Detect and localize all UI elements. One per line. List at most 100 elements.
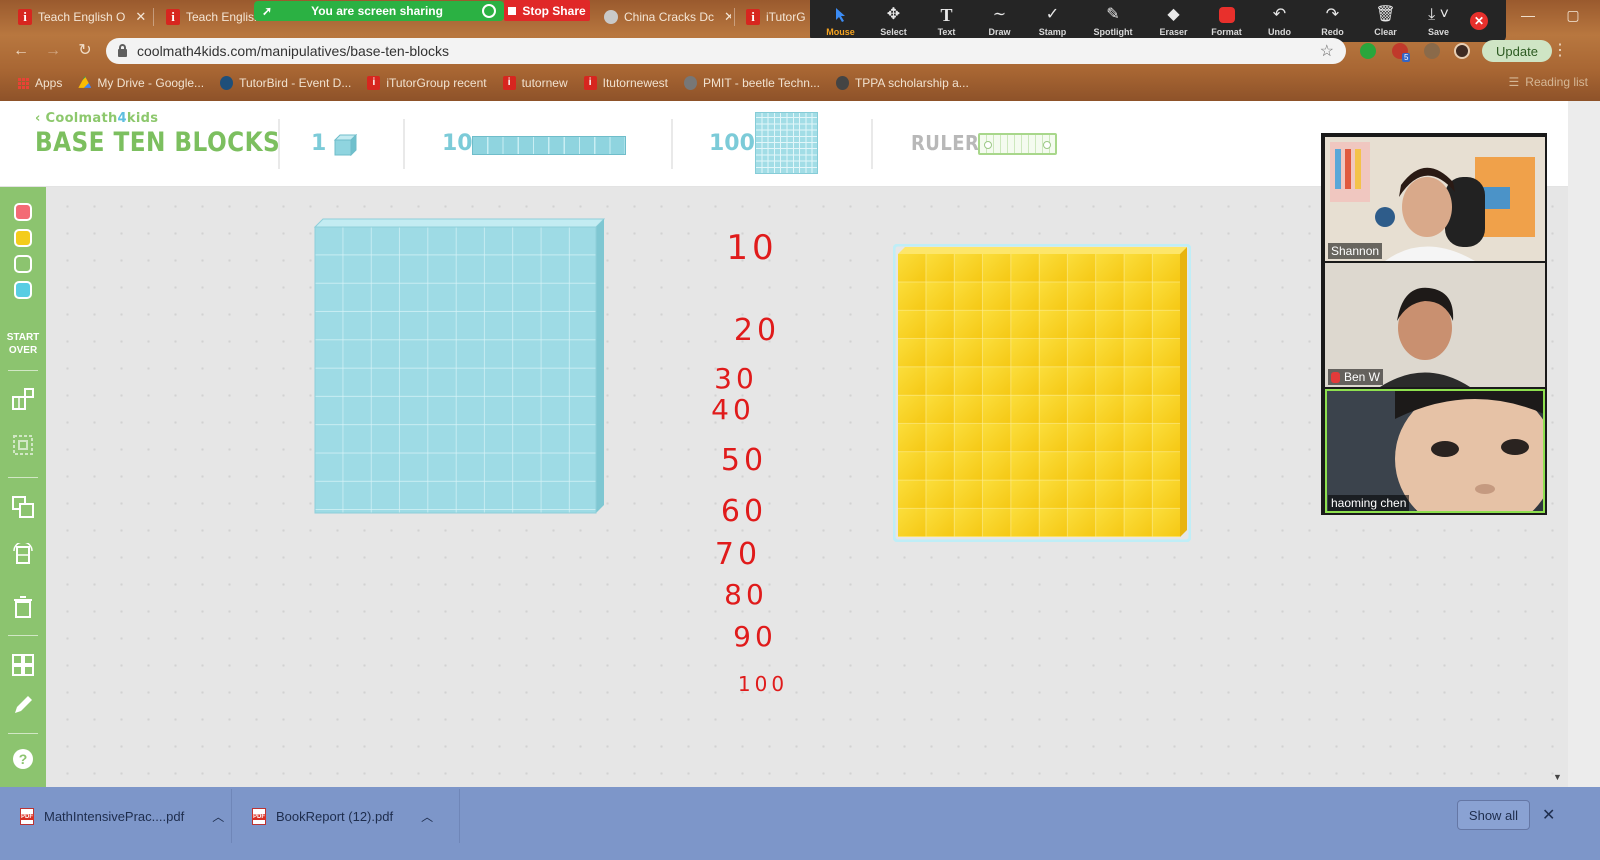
group-blocks-icon[interactable] [11,387,35,411]
ungroup-blocks-icon[interactable] [11,433,35,457]
browser-chrome: i Teach English O ✕ i Teach English Chin… [0,0,1600,101]
forward-arrow-icon[interactable]: → [42,40,64,62]
color-swatch-blue[interactable] [14,281,32,299]
itutor-favicon: i [583,76,597,90]
bookmark-star-icon[interactable]: ☆ [1320,41,1334,61]
undo-icon: ↶ [1272,5,1287,23]
chevron-up-icon[interactable]: ︿ [421,808,433,825]
download-filename: MathIntensivePrac....pdf [44,808,185,824]
help-icon[interactable]: ? [11,747,35,771]
mic-muted-icon [1331,371,1340,383]
screen-sharing-banner[interactable]: ➚ You are screen sharing [254,1,504,21]
color-swatch-icon [1218,6,1235,24]
ten-rod-icon[interactable] [472,136,626,155]
hundred-flat-icon[interactable] [755,112,818,174]
download-filename: BookReport (12).pdf [276,808,394,824]
page-title: BASE TEN BLOCKS [35,127,281,158]
browser-tab-1[interactable]: i Teach English O ✕ [10,2,152,32]
tppa-icon [835,76,849,90]
trash-icon[interactable] [11,595,35,619]
update-button[interactable]: Update [1482,40,1552,62]
color-swatch-yellow[interactable] [14,229,32,247]
bookmark-itutorgroup[interactable]: i iTutorGroup recent [359,76,494,90]
cursor-icon [834,6,848,24]
video-tile-ben[interactable]: Ben W [1325,263,1545,387]
pencil-icon[interactable] [11,693,35,717]
shield-icon [482,4,496,18]
lock-icon [118,43,127,57]
itutor-favicon: i [746,9,760,25]
reading-list-button[interactable]: ☰ Reading list [1509,75,1588,89]
wand-icon: ✎ [1106,5,1120,23]
navigation-bar: ← → ↻ coolmath4kids.com/manipulatives/ba… [0,34,1600,68]
menu-kebab-icon[interactable]: ⋮ [1552,40,1568,62]
close-tab-icon[interactable]: ✕ [724,9,731,25]
tab-title: Teach English [186,10,258,24]
calculator-icon[interactable] [11,653,35,677]
hundred-flat-block-yellow[interactable] [893,244,1191,542]
page-scrollbar[interactable] [1568,101,1600,787]
url-text[interactable]: coolmath4kids.com/manipulatives/base-ten… [137,43,1310,59]
itutor-favicon: i [502,76,516,90]
piece-label-10: 10 [442,131,473,156]
tab-title: iTutorG [766,10,806,24]
rotate-icon[interactable] [11,543,35,567]
minimize-icon[interactable]: — [1510,0,1546,30]
browser-tab-4[interactable]: i iTutorG [738,2,810,32]
brand-name: Coolmath [45,111,118,126]
apps-grid-icon [18,77,29,89]
extension-badge: 5 [1402,53,1411,62]
tutorbird-icon [220,76,234,90]
itutor-favicon: i [166,9,180,25]
text-icon: T [940,4,953,25]
maximize-icon[interactable]: ▢ [1555,0,1591,30]
piece-label-1: 1 [311,131,327,156]
check-icon: ✓ [1045,5,1060,23]
participant-name: haoming chen [1331,496,1407,510]
reading-list-icon: ☰ [1508,75,1520,89]
close-tab-icon[interactable]: ✕ [135,9,146,25]
sharing-text: You are screen sharing [311,4,443,18]
browser-tab-2[interactable]: i Teach English [158,2,258,32]
trash-icon: 🗑 [1375,5,1396,23]
video-tile-shannon[interactable]: Shannon [1325,137,1545,261]
ruler-icon[interactable] [978,133,1057,155]
back-arrow-icon[interactable]: ← [10,40,32,62]
bookmark-pmit[interactable]: PMIT - beetle Techn... [676,76,828,90]
close-icon[interactable]: ✕ [1542,805,1555,825]
bookmark-apps[interactable]: Apps [10,76,70,90]
chevron-up-icon[interactable]: ︿ [212,808,224,825]
participant-name: Ben W [1344,370,1381,384]
pdf-icon [20,807,34,825]
reload-icon[interactable]: ↻ [74,40,96,62]
bookmark-tppa[interactable]: TPPA scholarship a... [828,76,977,90]
browser-tab-3[interactable]: China Cracks Dc ✕ [596,2,731,32]
download-item[interactable]: BookReport (12).pdf ︿ [232,789,460,843]
show-all-button[interactable]: Show all [1457,800,1530,830]
stop-share-button[interactable]: Stop Share [504,0,590,21]
move-icon: ✥ [886,5,901,23]
bookmark-itutornewest[interactable]: i Itutornewest [576,76,676,90]
eraser-icon: ◆ [1167,5,1180,23]
puzzle-icon[interactable] [1424,43,1440,59]
bookmarks-bar: Apps My Drive - Google... TutorBird - Ev… [0,68,1600,98]
address-bar[interactable]: coolmath4kids.com/manipulatives/base-ten… [106,38,1346,64]
color-swatch-green[interactable] [14,255,32,273]
sharing-arrow-icon: ➚ [262,4,273,18]
pdf-icon [252,807,266,825]
bookmark-drive[interactable]: My Drive - Google... [70,76,212,90]
video-tile-haoming[interactable]: haoming chen [1325,389,1545,513]
generic-favicon [604,10,618,24]
tab-title: China Cracks Dc [624,10,715,24]
extension-icon[interactable] [1360,43,1376,59]
scroll-down-arrow-icon[interactable]: ▼ [1553,772,1562,782]
bookmark-tutorbird[interactable]: TutorBird - Event D... [212,76,359,90]
bookmark-tutornew[interactable]: i tutornew [495,76,576,90]
duplicate-icon[interactable] [11,495,35,519]
hundred-flat-block-blue[interactable] [313,218,605,514]
color-swatch-red[interactable] [14,203,32,221]
download-item[interactable]: MathIntensivePrac....pdf ︿ [0,789,232,843]
start-over-button[interactable]: START OVER [0,331,46,357]
unit-cube-icon[interactable] [333,134,357,156]
avatar[interactable] [1454,43,1470,59]
